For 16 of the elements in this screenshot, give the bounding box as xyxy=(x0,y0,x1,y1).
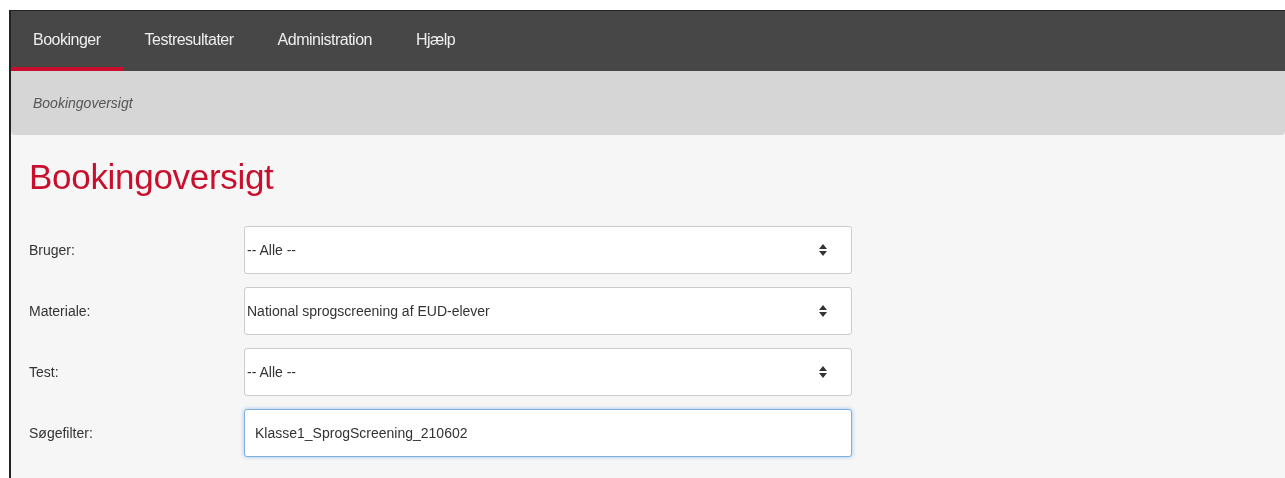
field-label: Test: xyxy=(29,363,60,380)
sort-arrows-icon xyxy=(819,304,827,317)
select-dropdown[interactable]: -- Alle -- xyxy=(244,225,852,274)
field-label: Bruger: xyxy=(29,241,76,258)
sort-arrows-icon xyxy=(819,243,827,256)
nav-tab[interactable]: Testresultater xyxy=(122,11,256,71)
page-title: Bookingoversigt xyxy=(29,157,275,197)
search-field[interactable]: Klasse1_SprogScreening_210602 xyxy=(244,408,852,457)
nav-tab[interactable]: Hjælp xyxy=(393,11,478,71)
nav-tab[interactable]: Administration xyxy=(255,11,394,71)
field-label: Søgefilter: xyxy=(29,424,94,441)
select-dropdown[interactable]: National sprogscreening af EUD-elever xyxy=(244,286,852,335)
breadcrumb[interactable]: Bookingoversigt xyxy=(33,95,133,111)
sort-arrows-icon xyxy=(819,365,827,378)
select-dropdown[interactable]: -- Alle -- xyxy=(244,347,852,396)
field-label: Materiale: xyxy=(29,302,92,319)
